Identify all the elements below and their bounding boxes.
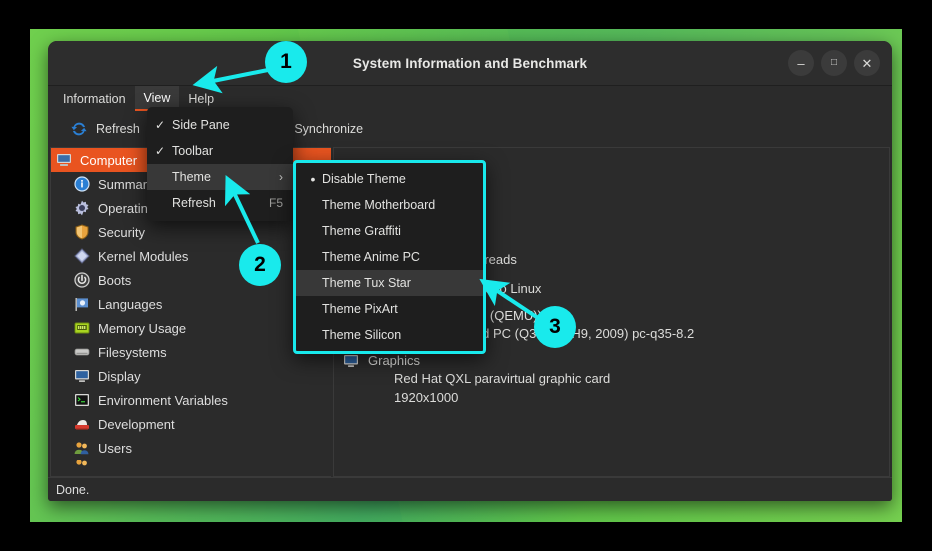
sidebar-item-label: Computer <box>80 152 138 168</box>
shield-icon <box>73 223 91 241</box>
sidebar-item-label: Development <box>98 416 175 432</box>
sidebar-item-label: Kernel Modules <box>98 248 189 264</box>
info-icon <box>73 175 91 193</box>
terminal-icon <box>73 391 91 409</box>
annotation-badge-1: 1 <box>265 41 307 83</box>
view-menu-item-label: Theme <box>172 170 211 184</box>
disk-icon <box>73 343 91 361</box>
view-menu-item-label: Refresh <box>172 196 216 210</box>
info-line: Red Hat QXL paravirtual graphic card <box>394 371 611 386</box>
memory-icon <box>73 319 91 337</box>
theme-menu-item-label: Theme Graffiti <box>322 224 401 238</box>
view-menu-item-side-pane[interactable]: ✓ Side Pane <box>147 112 293 138</box>
window-title: System Information and Benchmark <box>352 55 588 71</box>
view-menu-item-label: Side Pane <box>172 118 230 132</box>
flag-icon <box>73 295 91 313</box>
sidebar-item-label: Filesystems <box>98 344 167 360</box>
toolbar-synchronize-label: Synchronize <box>294 122 364 136</box>
sidebar-item-label: Boots <box>98 272 132 288</box>
minimize-button[interactable]: – <box>788 50 814 76</box>
development-icon <box>73 415 91 433</box>
power-icon <box>73 271 91 289</box>
view-dropdown-menu[interactable]: ✓ Side Pane ✓ Toolbar Theme › Refresh F5 <box>147 107 293 221</box>
sidebar-item-partial[interactable] <box>51 460 331 470</box>
sidebar-item-environment-variables[interactable]: Environment Variables <box>51 388 331 412</box>
groups-icon <box>73 460 91 470</box>
gear-icon <box>73 199 91 217</box>
sidebar-item-users[interactable]: Users <box>51 436 331 460</box>
sidebar-item-label: Memory Usage <box>98 320 187 336</box>
annotation-badge-2: 2 <box>239 244 281 286</box>
sidebar-item-memory-usage[interactable]: Memory Usage <box>51 316 331 340</box>
theme-menu-item-label: Theme Tux Star <box>322 276 411 290</box>
theme-menu-item-disable-theme[interactable]: • Disable Theme <box>296 166 483 192</box>
info-head-label: Graphics <box>368 353 421 368</box>
statusbar: Done. <box>48 477 892 501</box>
check-icon: ✓ <box>155 144 166 158</box>
sidebar-item-display[interactable]: Display <box>51 364 331 388</box>
theme-submenu-panel[interactable]: • Disable Theme Theme Motherboard Theme … <box>293 160 486 354</box>
theme-menu-item-label: Theme Motherboard <box>322 198 436 212</box>
info-head-graphics: Graphics <box>342 352 889 369</box>
titlebar: System Information and Benchmark – □ ✕ <box>48 41 892 86</box>
theme-menu-item-theme-tux-star[interactable]: Theme Tux Star <box>296 270 483 296</box>
display-icon <box>73 367 91 385</box>
view-menu-item-label: Toolbar <box>172 144 213 158</box>
sidebar-item-label: Users <box>98 440 132 456</box>
statusbar-text: Done. <box>56 482 90 497</box>
theme-menu-item-label: Theme PixArt <box>322 302 398 316</box>
theme-menu-item-theme-anime-pc[interactable]: Theme Anime PC <box>296 244 483 270</box>
theme-menu-item-theme-graffiti[interactable]: Theme Graffiti <box>296 218 483 244</box>
sidebar-item-boots[interactable]: Boots <box>51 268 331 292</box>
computer-icon <box>55 151 73 169</box>
theme-menu-item-theme-motherboard[interactable]: Theme Motherboard <box>296 192 483 218</box>
theme-menu-item-label: Theme Anime PC <box>322 250 420 264</box>
sidebar-item-languages[interactable]: Languages <box>51 292 331 316</box>
theme-menu-item-label: Theme Silicon <box>322 328 402 342</box>
view-menu-item-toolbar[interactable]: ✓ Toolbar <box>147 138 293 164</box>
sidebar-item-development[interactable]: Development <box>51 412 331 436</box>
module-icon <box>73 247 91 265</box>
close-button[interactable]: ✕ <box>854 50 880 76</box>
info-line: 1920x1000 <box>394 390 459 405</box>
annotation-badge-3: 3 <box>534 306 576 348</box>
info-group-graphics: Graphics Red Hat QXL paravirtual graphic… <box>342 352 889 407</box>
sidebar-item-label: Languages <box>98 296 163 312</box>
sidebar-item-label: Display <box>98 368 141 384</box>
users-icon <box>73 439 91 457</box>
view-menu-item-accelerator: F5 <box>268 196 283 210</box>
view-menu-item-refresh[interactable]: Refresh F5 <box>147 190 293 216</box>
sidebar-item-label: Security <box>98 224 145 240</box>
check-icon: ✓ <box>155 118 166 132</box>
sidebar-item-label: Summary <box>98 176 154 192</box>
theme-menu-item-label: Disable Theme <box>322 172 406 186</box>
toolbar-refresh-label: Refresh <box>96 122 140 136</box>
maximize-button[interactable]: □ <box>821 50 847 76</box>
menu-information[interactable]: Information <box>54 86 135 111</box>
view-menu-item-theme[interactable]: Theme › <box>147 164 293 190</box>
theme-menu-item-theme-silicon[interactable]: Theme Silicon <box>296 322 483 348</box>
sidebar-item-filesystems[interactable]: Filesystems <box>51 340 331 364</box>
window-controls: – □ ✕ <box>788 50 892 76</box>
screenshot-root: System Information and Benchmark – □ ✕ I… <box>0 0 932 551</box>
chevron-right-icon: › <box>279 170 283 184</box>
refresh-icon <box>70 120 88 138</box>
radio-selected-icon: • <box>310 171 316 187</box>
sidebar-item-security[interactable]: Security <box>51 220 331 244</box>
sidebar-item-kernel-modules[interactable]: Kernel Modules <box>51 244 331 268</box>
sidebar-item-label: Environment Variables <box>98 392 228 408</box>
display-icon <box>342 352 359 369</box>
theme-menu-item-theme-pixart[interactable]: Theme PixArt <box>296 296 483 322</box>
toolbar-refresh-button[interactable]: Refresh <box>56 114 154 144</box>
